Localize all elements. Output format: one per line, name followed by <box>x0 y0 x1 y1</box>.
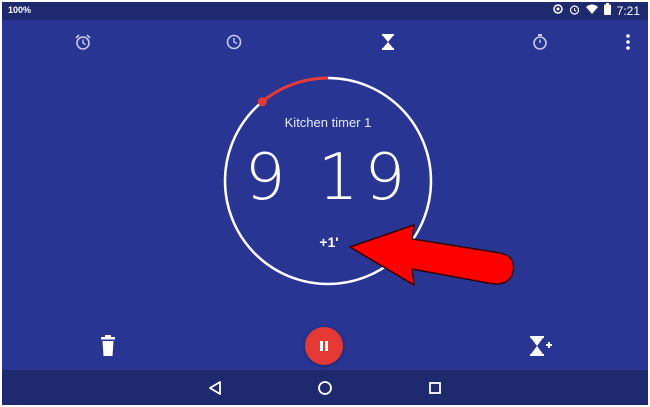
alarm-icon <box>569 4 580 18</box>
battery-icon <box>603 3 611 18</box>
status-left-text: 100% <box>8 5 32 15</box>
pause-icon <box>320 341 328 351</box>
timer-controls <box>2 322 648 370</box>
back-button[interactable] <box>205 378 225 398</box>
add-timer-icon <box>530 336 552 356</box>
recents-icon <box>429 382 441 394</box>
status-time: 7:21 <box>616 3 640 18</box>
add-timer-button[interactable] <box>529 335 553 357</box>
home-icon <box>318 381 332 395</box>
status-bar: 100% 7:21 <box>2 2 648 20</box>
sync-icon <box>552 4 563 17</box>
tab-bar <box>2 30 648 54</box>
clock-icon <box>226 34 242 50</box>
timer-progress-dot <box>257 97 267 107</box>
recents-button[interactable] <box>425 378 445 398</box>
stopwatch-icon <box>533 34 547 50</box>
delete-timer-button[interactable] <box>98 335 118 357</box>
hourglass-icon <box>382 34 394 50</box>
wifi-icon <box>585 4 598 17</box>
tab-clock[interactable] <box>222 30 246 54</box>
pause-button[interactable] <box>305 327 343 365</box>
timer-elapsed-arc <box>261 76 329 103</box>
navigation-bar <box>2 370 648 405</box>
status-icons: 7:21 <box>552 3 640 18</box>
overflow-menu-button[interactable] <box>619 30 637 54</box>
timer-label: Kitchen timer 1 <box>284 115 372 130</box>
timer-remaining-time[interactable]: 9 19 <box>221 142 435 214</box>
annotation-arrow <box>349 224 515 286</box>
trash-icon <box>101 335 115 356</box>
tab-alarm[interactable] <box>71 30 95 54</box>
more-vert-icon <box>626 34 630 50</box>
tab-timer[interactable] <box>376 30 400 54</box>
alarm-clock-icon <box>75 34 91 50</box>
clock-app-window: 100% 7:21 Kitchen timer 1 9 19 +1' <box>2 2 648 405</box>
tab-stopwatch[interactable] <box>528 30 552 54</box>
home-button[interactable] <box>315 378 335 398</box>
back-icon <box>209 381 221 395</box>
